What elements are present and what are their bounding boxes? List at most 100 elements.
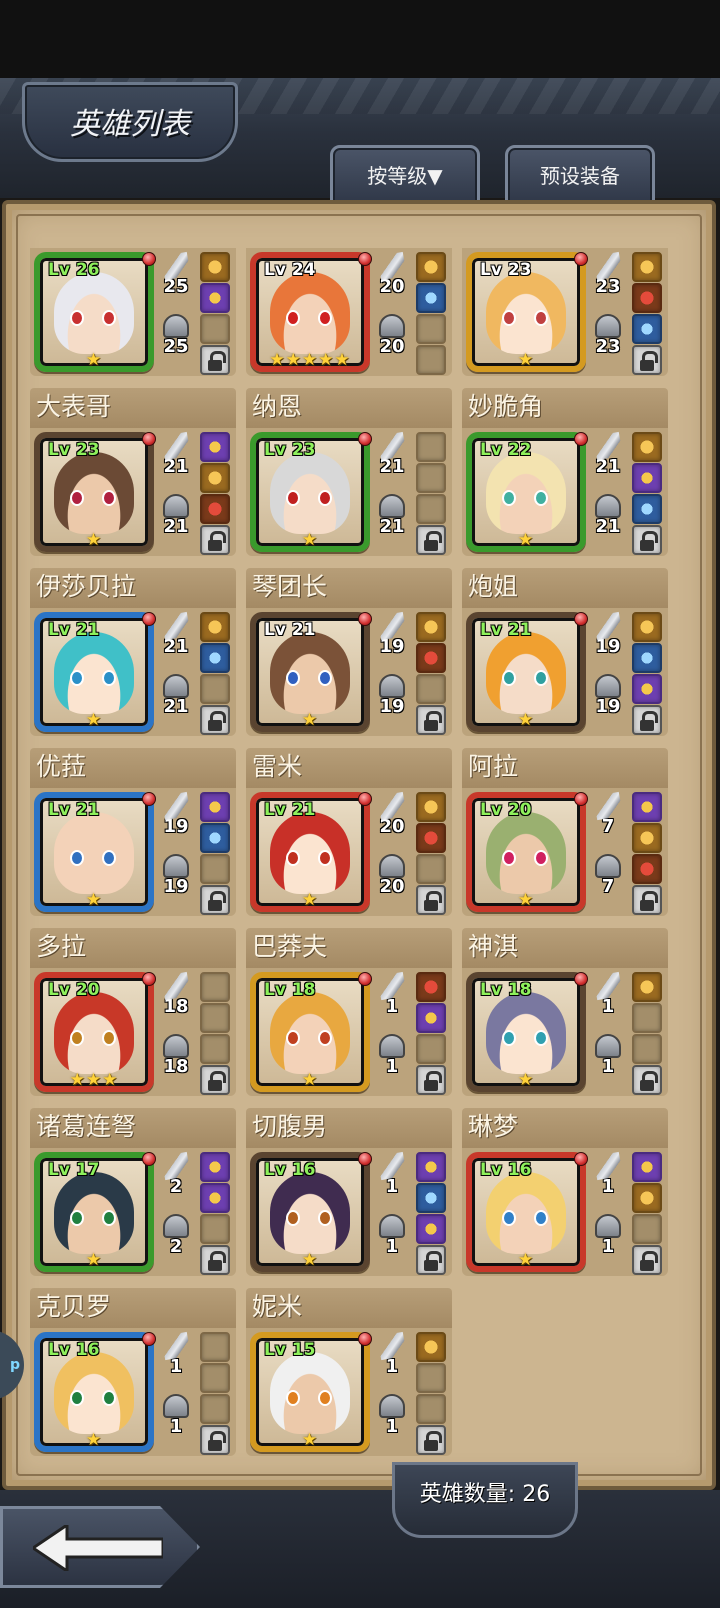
equipment-slot[interactable]	[416, 643, 446, 673]
lock-slot-icon[interactable]	[632, 1065, 662, 1095]
lock-slot-icon[interactable]	[632, 345, 662, 375]
empty-equipment-slot[interactable]	[200, 1034, 230, 1064]
hero-card[interactable]: Lv 23 ★ 23 23	[462, 240, 668, 376]
lock-slot-icon[interactable]	[632, 525, 662, 555]
equipment-slot[interactable]	[632, 1152, 662, 1182]
equipment-slot[interactable]	[200, 612, 230, 642]
equipment-slot[interactable]	[200, 792, 230, 822]
equipment-slot[interactable]	[632, 252, 662, 282]
empty-equipment-slot[interactable]	[200, 1332, 230, 1362]
equipment-slot[interactable]	[632, 494, 662, 524]
empty-equipment-slot[interactable]	[632, 1003, 662, 1033]
hero-portrait[interactable]: Lv 21 ★	[466, 612, 588, 732]
equipment-slot[interactable]	[416, 1183, 446, 1213]
hero-card[interactable]: Lv 26 ★ 25 25	[30, 240, 236, 376]
lock-slot-icon[interactable]	[632, 885, 662, 915]
equipment-slot[interactable]	[200, 283, 230, 313]
lock-slot-icon[interactable]	[200, 345, 230, 375]
hero-card[interactable]: 琳梦 Lv 16 ★ 1 1	[462, 1108, 668, 1276]
empty-equipment-slot[interactable]	[200, 1394, 230, 1424]
equipment-slot[interactable]	[632, 854, 662, 884]
equipment-slot[interactable]	[200, 432, 230, 462]
equipment-slot[interactable]	[200, 463, 230, 493]
hero-portrait[interactable]: Lv 18 ★	[466, 972, 588, 1092]
empty-equipment-slot[interactable]	[200, 1003, 230, 1033]
hero-card[interactable]: 神淇 Lv 18 ★ 1 1	[462, 928, 668, 1096]
hero-card[interactable]: 炮姐 Lv 21 ★ 19 19	[462, 568, 668, 736]
lock-slot-icon[interactable]	[200, 1065, 230, 1095]
equipment-slot[interactable]	[632, 972, 662, 1002]
equipment-slot[interactable]	[632, 432, 662, 462]
lock-slot-icon[interactable]	[416, 1425, 446, 1455]
equipment-slot[interactable]	[200, 252, 230, 282]
hero-portrait[interactable]: Lv 26 ★	[34, 252, 156, 372]
hero-portrait[interactable]: Lv 20 ★★★	[34, 972, 156, 1092]
equipment-slot[interactable]	[632, 314, 662, 344]
lock-slot-icon[interactable]	[632, 705, 662, 735]
hero-portrait[interactable]: Lv 21 ★	[250, 612, 372, 732]
equipment-slot[interactable]	[416, 1152, 446, 1182]
empty-equipment-slot[interactable]	[416, 494, 446, 524]
equipment-slot[interactable]	[632, 792, 662, 822]
back-button[interactable]	[0, 1506, 200, 1588]
equipment-slot[interactable]	[416, 252, 446, 282]
equipment-slot[interactable]	[632, 463, 662, 493]
lock-slot-icon[interactable]	[200, 885, 230, 915]
empty-equipment-slot[interactable]	[200, 314, 230, 344]
equipment-slot[interactable]	[632, 643, 662, 673]
hero-list[interactable]: Lv 26 ★ 25 25 Lv 24 ★★★★★ 20 20 Lv 23 ★ 23 23 大表哥 Lv …	[30, 240, 692, 1466]
lock-slot-icon[interactable]	[416, 1065, 446, 1095]
hero-card[interactable]: 琴团长 Lv 21 ★ 19 19	[246, 568, 452, 736]
equipment-slot[interactable]	[632, 823, 662, 853]
hero-card[interactable]: 切腹男 Lv 16 ★ 1 1	[246, 1108, 452, 1276]
empty-equipment-slot[interactable]	[200, 1214, 230, 1244]
equipment-slot[interactable]	[416, 1214, 446, 1244]
empty-equipment-slot[interactable]	[200, 1363, 230, 1393]
equipment-slot[interactable]	[200, 823, 230, 853]
equipment-slot[interactable]	[416, 972, 446, 1002]
hero-portrait[interactable]: Lv 16 ★	[466, 1152, 588, 1272]
equipment-slot[interactable]	[200, 643, 230, 673]
hero-card[interactable]: 纳恩 Lv 23 ★ 21 21	[246, 388, 452, 556]
empty-equipment-slot[interactable]	[200, 972, 230, 1002]
empty-equipment-slot[interactable]	[416, 1363, 446, 1393]
hero-portrait[interactable]: Lv 23 ★	[466, 252, 588, 372]
lock-slot-icon[interactable]	[200, 525, 230, 555]
empty-equipment-slot[interactable]	[416, 463, 446, 493]
equipment-slot[interactable]	[632, 674, 662, 704]
equipment-slot[interactable]	[416, 823, 446, 853]
equipment-slot[interactable]	[416, 612, 446, 642]
hero-card[interactable]: 妙脆角 Lv 22 ★ 21 21	[462, 388, 668, 556]
hero-card[interactable]: 阿拉 Lv 20 ★ 7 7	[462, 748, 668, 916]
lock-slot-icon[interactable]	[200, 705, 230, 735]
hero-portrait[interactable]: Lv 23 ★	[34, 432, 156, 552]
empty-equipment-slot[interactable]	[416, 854, 446, 884]
lock-slot-icon[interactable]	[632, 1245, 662, 1275]
hero-portrait[interactable]: Lv 17 ★	[34, 1152, 156, 1272]
equipment-slot[interactable]	[632, 283, 662, 313]
hero-card[interactable]: 诸葛连弩 Lv 17 ★ 2 2	[30, 1108, 236, 1276]
equipment-slot[interactable]	[416, 1003, 446, 1033]
hero-card[interactable]: 伊莎贝拉 Lv 21 ★ 21 21	[30, 568, 236, 736]
hero-portrait[interactable]: Lv 16 ★	[250, 1152, 372, 1272]
lock-slot-icon[interactable]	[416, 705, 446, 735]
lock-slot-icon[interactable]	[416, 525, 446, 555]
hero-card[interactable]: 多拉 Lv 20 ★★★ 18 18	[30, 928, 236, 1096]
lock-slot-icon[interactable]	[416, 885, 446, 915]
hero-card[interactable]: 巴莽夫 Lv 18 ★ 1 1	[246, 928, 452, 1096]
hero-portrait[interactable]: Lv 21 ★	[34, 612, 156, 732]
hero-card[interactable]: 克贝罗 Lv 16 ★ 1 1	[30, 1288, 236, 1456]
hero-portrait[interactable]: Lv 20 ★	[466, 792, 588, 912]
empty-equipment-slot[interactable]	[416, 1394, 446, 1424]
equipment-slot[interactable]	[632, 1183, 662, 1213]
empty-equipment-slot[interactable]	[416, 432, 446, 462]
lock-slot-icon[interactable]	[200, 1245, 230, 1275]
hero-card[interactable]: 大表哥 Lv 23 ★ 21 21	[30, 388, 236, 556]
equipment-slot[interactable]	[416, 1332, 446, 1362]
hero-card[interactable]: 优菈 Lv 21 ★ 19 19	[30, 748, 236, 916]
lock-slot-icon[interactable]	[200, 1425, 230, 1455]
empty-equipment-slot[interactable]	[416, 345, 446, 375]
equipment-slot[interactable]	[200, 1152, 230, 1182]
equipment-slot[interactable]	[200, 1183, 230, 1213]
lock-slot-icon[interactable]	[416, 1245, 446, 1275]
